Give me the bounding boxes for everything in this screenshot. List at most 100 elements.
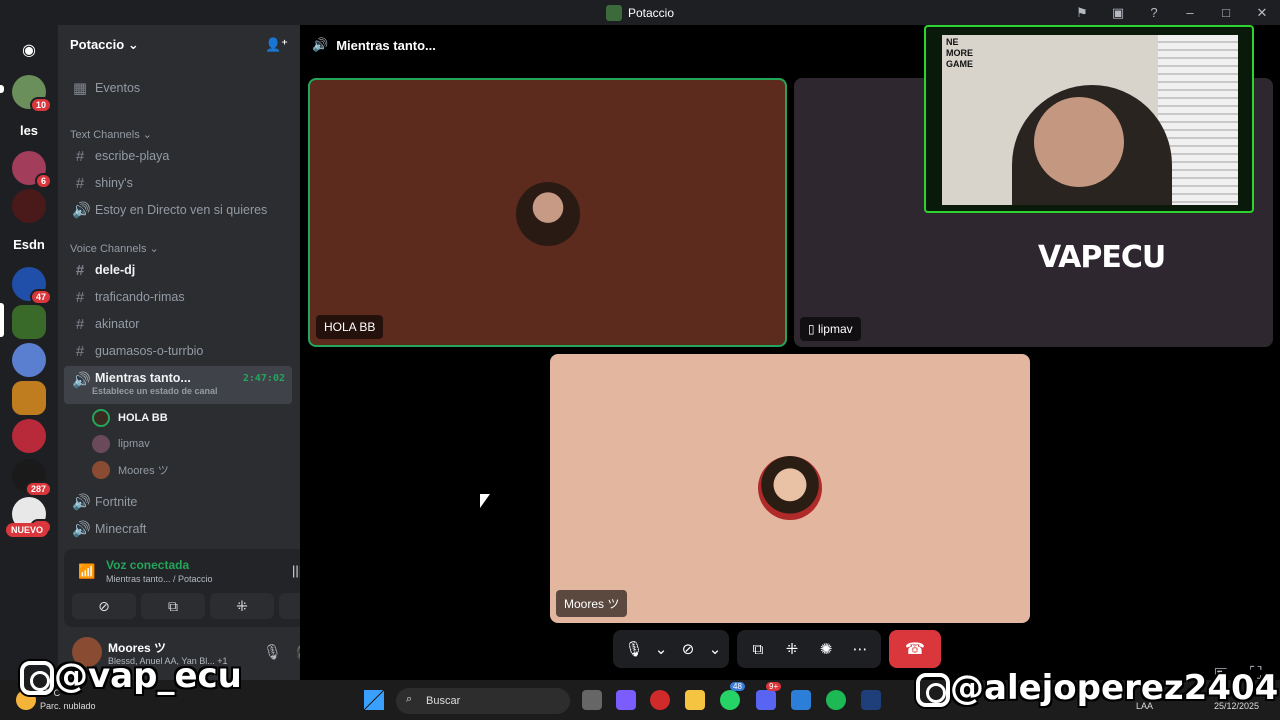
channel-mientras-tanto[interactable]: 🔊 Mientras tanto... Establece un estado … [64,366,292,404]
voice-status: Voz conectada [106,558,190,572]
opera-icon[interactable] [650,690,670,710]
invite-people-icon[interactable]: 👤⁺ [265,37,288,53]
screen-share-icon[interactable]: ⧉ [743,641,773,658]
screen-icon[interactable]: ▣ [1100,5,1136,21]
server-icon[interactable]: les [12,113,46,147]
voice-user[interactable]: lipmav [92,432,150,456]
microphone-icon[interactable]: 🎙 [619,640,649,658]
channel-label: dele-dj [95,263,136,277]
server-icon[interactable]: 10 [12,75,52,113]
video-tile-moores[interactable]: Moores ツ [550,354,1030,623]
video-tile-hola-bb[interactable]: HOLA BB [308,78,787,347]
vscode-icon[interactable] [791,690,811,710]
category-text-channels[interactable]: Text Channels ⌄ [70,128,152,141]
search-icon: ⌕ [406,693,413,705]
more-options-icon[interactable]: ⋯ [845,640,875,658]
window-titlebar: Potaccio ⚑ ▣ ? – □ ✕ [0,0,1280,25]
channel-minecraft[interactable]: 🔊 Minecraft [64,516,292,542]
server-icon[interactable]: 47 [12,267,52,305]
channel-estoy-en-directo[interactable]: 🔊 Estoy en Directo ven si quieres [64,197,292,223]
inbox-icon[interactable]: ⚑ [1064,5,1100,21]
actions-group: ⧉ ⁜ ✺ ⋯ [737,630,881,668]
category-voice-channels[interactable]: Voice Channels ⌄ [70,242,159,255]
server-icon[interactable] [12,343,46,377]
voice-user-name: lipmav [118,438,150,450]
task-view-icon[interactable] [582,690,602,710]
events-item[interactable]: ▦ Eventos [64,75,292,101]
help-icon[interactable]: ? [1136,5,1172,20]
chevron-down-icon[interactable]: ⌄ [707,640,723,658]
spotify-icon[interactable] [826,690,846,710]
minimize-button[interactable]: – [1172,5,1208,20]
channel-traficando-rimas[interactable]: # traficando-rimas [64,284,292,310]
handle-text: @alejoperez2404 [950,668,1279,708]
speaker-icon: 🔊 [72,521,91,538]
channel-akinator[interactable]: # akinator [64,311,292,337]
discord-home-icon[interactable]: ◉ [12,33,46,67]
file-explorer-icon[interactable] [685,690,705,710]
vapecu-logo: VAPECU [1038,240,1166,275]
chevron-down-icon[interactable]: ⌄ [653,640,669,658]
channel-label: akinator [95,317,140,331]
camera-off-button[interactable]: ⊘ [72,593,136,619]
unread-badge: 10 [29,97,52,113]
windows-start-icon[interactable] [364,690,384,710]
taskbar-search[interactable]: ⌕ Buscar [396,688,570,714]
server-icon[interactable] [12,189,46,223]
speaker-icon: 🔊 [72,372,91,389]
instagram-handle-left: @vap_ecu [20,656,242,696]
channel-fortnite[interactable]: 🔊 Fortnite [64,489,292,515]
voice-user[interactable]: Moores ツ [92,458,169,482]
server-icon[interactable] [12,419,46,453]
channel-label: traficando-rimas [95,290,185,304]
whatsapp-badge: 48 [730,682,745,691]
maximize-button[interactable]: □ [1208,5,1244,20]
whatsapp-icon[interactable]: 48 [720,682,745,710]
server-list: ◉ 10 les 6 Esdn 47 287 41 NUEVO [0,25,58,680]
unread-badge: 6 [34,173,52,189]
server-icon[interactable] [12,381,46,415]
channel-label: Fortnite [95,495,138,509]
webcam-overlay: NE MORE GAME [924,25,1254,213]
voice-location[interactable]: Mientras tanto... / Potaccio [106,574,213,584]
microphone-icon[interactable]: 🎙 [263,643,282,661]
stage-header: 🔊 Mientras tanto... [312,37,436,53]
channel-status[interactable]: Establece un estado de canal [92,386,218,396]
soundboard-icon[interactable]: ✺ [811,640,841,658]
channel-dele-dj[interactable]: # dele-dj [64,257,292,283]
call-timer: 2:47:02 [242,373,285,384]
close-button[interactable]: ✕ [1244,5,1280,21]
signal-icon[interactable]: 📶 [78,563,95,580]
server-icon[interactable]: 287 [12,459,52,497]
activities-icon[interactable]: ⁜ [777,640,807,658]
channel-shinys[interactable]: # shiny's [64,170,292,196]
discord-icon[interactable]: 9+ [756,682,782,710]
camera-off-icon[interactable]: ⊘ [673,640,703,658]
app-icon [605,4,622,21]
search-placeholder: Buscar [426,695,461,707]
channel-guamasos[interactable]: # guamasos-o-turrbio [64,338,292,364]
webcam-face [1034,97,1124,187]
server-icon[interactable] [12,305,46,339]
leave-call-button[interactable]: ☎ [889,630,941,668]
avatar [92,409,110,427]
channel-label: Minecraft [95,522,147,536]
voice-user[interactable]: HOLA BB [92,406,168,430]
calendar-icon: ▦ [72,80,88,97]
activities-button[interactable]: ⁜ [210,593,274,619]
powershell-icon[interactable] [861,690,881,710]
window-controls: ⚑ ▣ ? – □ ✕ [1064,0,1280,25]
copilot-icon[interactable] [616,690,636,710]
tile-label: ▯ lipmav [800,317,861,341]
phone-icon: ▯ [808,322,818,336]
channel-escribe-playa[interactable]: # escribe-playa [64,143,292,169]
screen-share-button[interactable]: ⧉ [141,593,205,619]
tile-label-text: lipmav [817,322,853,336]
category-label: Text Channels [70,129,140,141]
server-icon[interactable]: Esdn [12,227,46,261]
server-icon[interactable]: 6 [12,151,52,189]
instagram-icon [20,660,54,695]
speaker-icon: 🔊 [72,202,91,219]
speaker-icon: 🔊 [312,37,329,52]
server-header[interactable]: Potaccio ⌄ 👤⁺ [58,25,300,65]
